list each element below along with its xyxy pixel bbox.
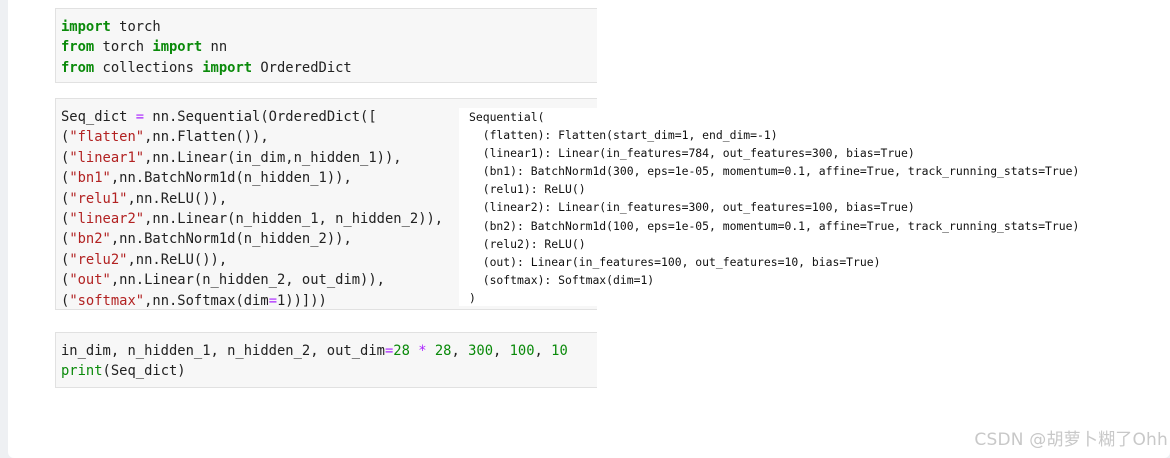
watermark: CSDN @胡萝卜糊了Ohh xyxy=(974,430,1168,450)
code-line: ("relu2",nn.ReLU()), xyxy=(61,251,228,268)
code-line: from collections import OrderedDict xyxy=(61,59,352,76)
code-line: from torch import nn xyxy=(61,39,228,56)
code-cell-imports[interactable]: import torch from torch import nn from c… xyxy=(55,8,597,83)
code-line: import torch xyxy=(61,19,161,35)
code-cell-print[interactable]: in_dim, n_hidden_1, n_hidden_2, out_dim=… xyxy=(55,332,597,388)
code-line: Seq_dict = nn.Sequential(OrderedDict([ xyxy=(61,109,377,125)
code-editor[interactable]: in_dim, n_hidden_1, n_hidden_2, out_dim=… xyxy=(56,333,597,382)
notebook-page: import torch from torch import nn from c… xyxy=(8,0,1170,458)
code-line: ("softmax",nn.Softmax(dim=1))])) xyxy=(61,292,327,309)
code-line: ("out",nn.Linear(n_hidden_2, out_dim)), xyxy=(61,272,385,289)
code-line: in_dim, n_hidden_1, n_hidden_2, out_dim=… xyxy=(61,343,568,359)
code-editor[interactable]: import torch from torch import nn from c… xyxy=(56,9,597,78)
code-line: ("linear2",nn.Linear(n_hidden_1, n_hidde… xyxy=(61,211,444,228)
code-line: ("flatten",nn.Flatten()), xyxy=(61,129,269,146)
cell-output: Sequential( (flatten): Flatten(start_dim… xyxy=(459,108,1159,306)
code-line: ("bn2",nn.BatchNorm1d(n_hidden_2)), xyxy=(61,231,352,248)
code-line: print(Seq_dict) xyxy=(61,363,186,380)
output-text: Sequential( (flatten): Flatten(start_dim… xyxy=(469,110,1080,305)
code-line: ("bn1",nn.BatchNorm1d(n_hidden_1)), xyxy=(61,170,352,187)
code-line: ("relu1",nn.ReLU()), xyxy=(61,190,228,207)
code-line: ("linear1",nn.Linear(in_dim,n_hidden_1))… xyxy=(61,149,402,166)
